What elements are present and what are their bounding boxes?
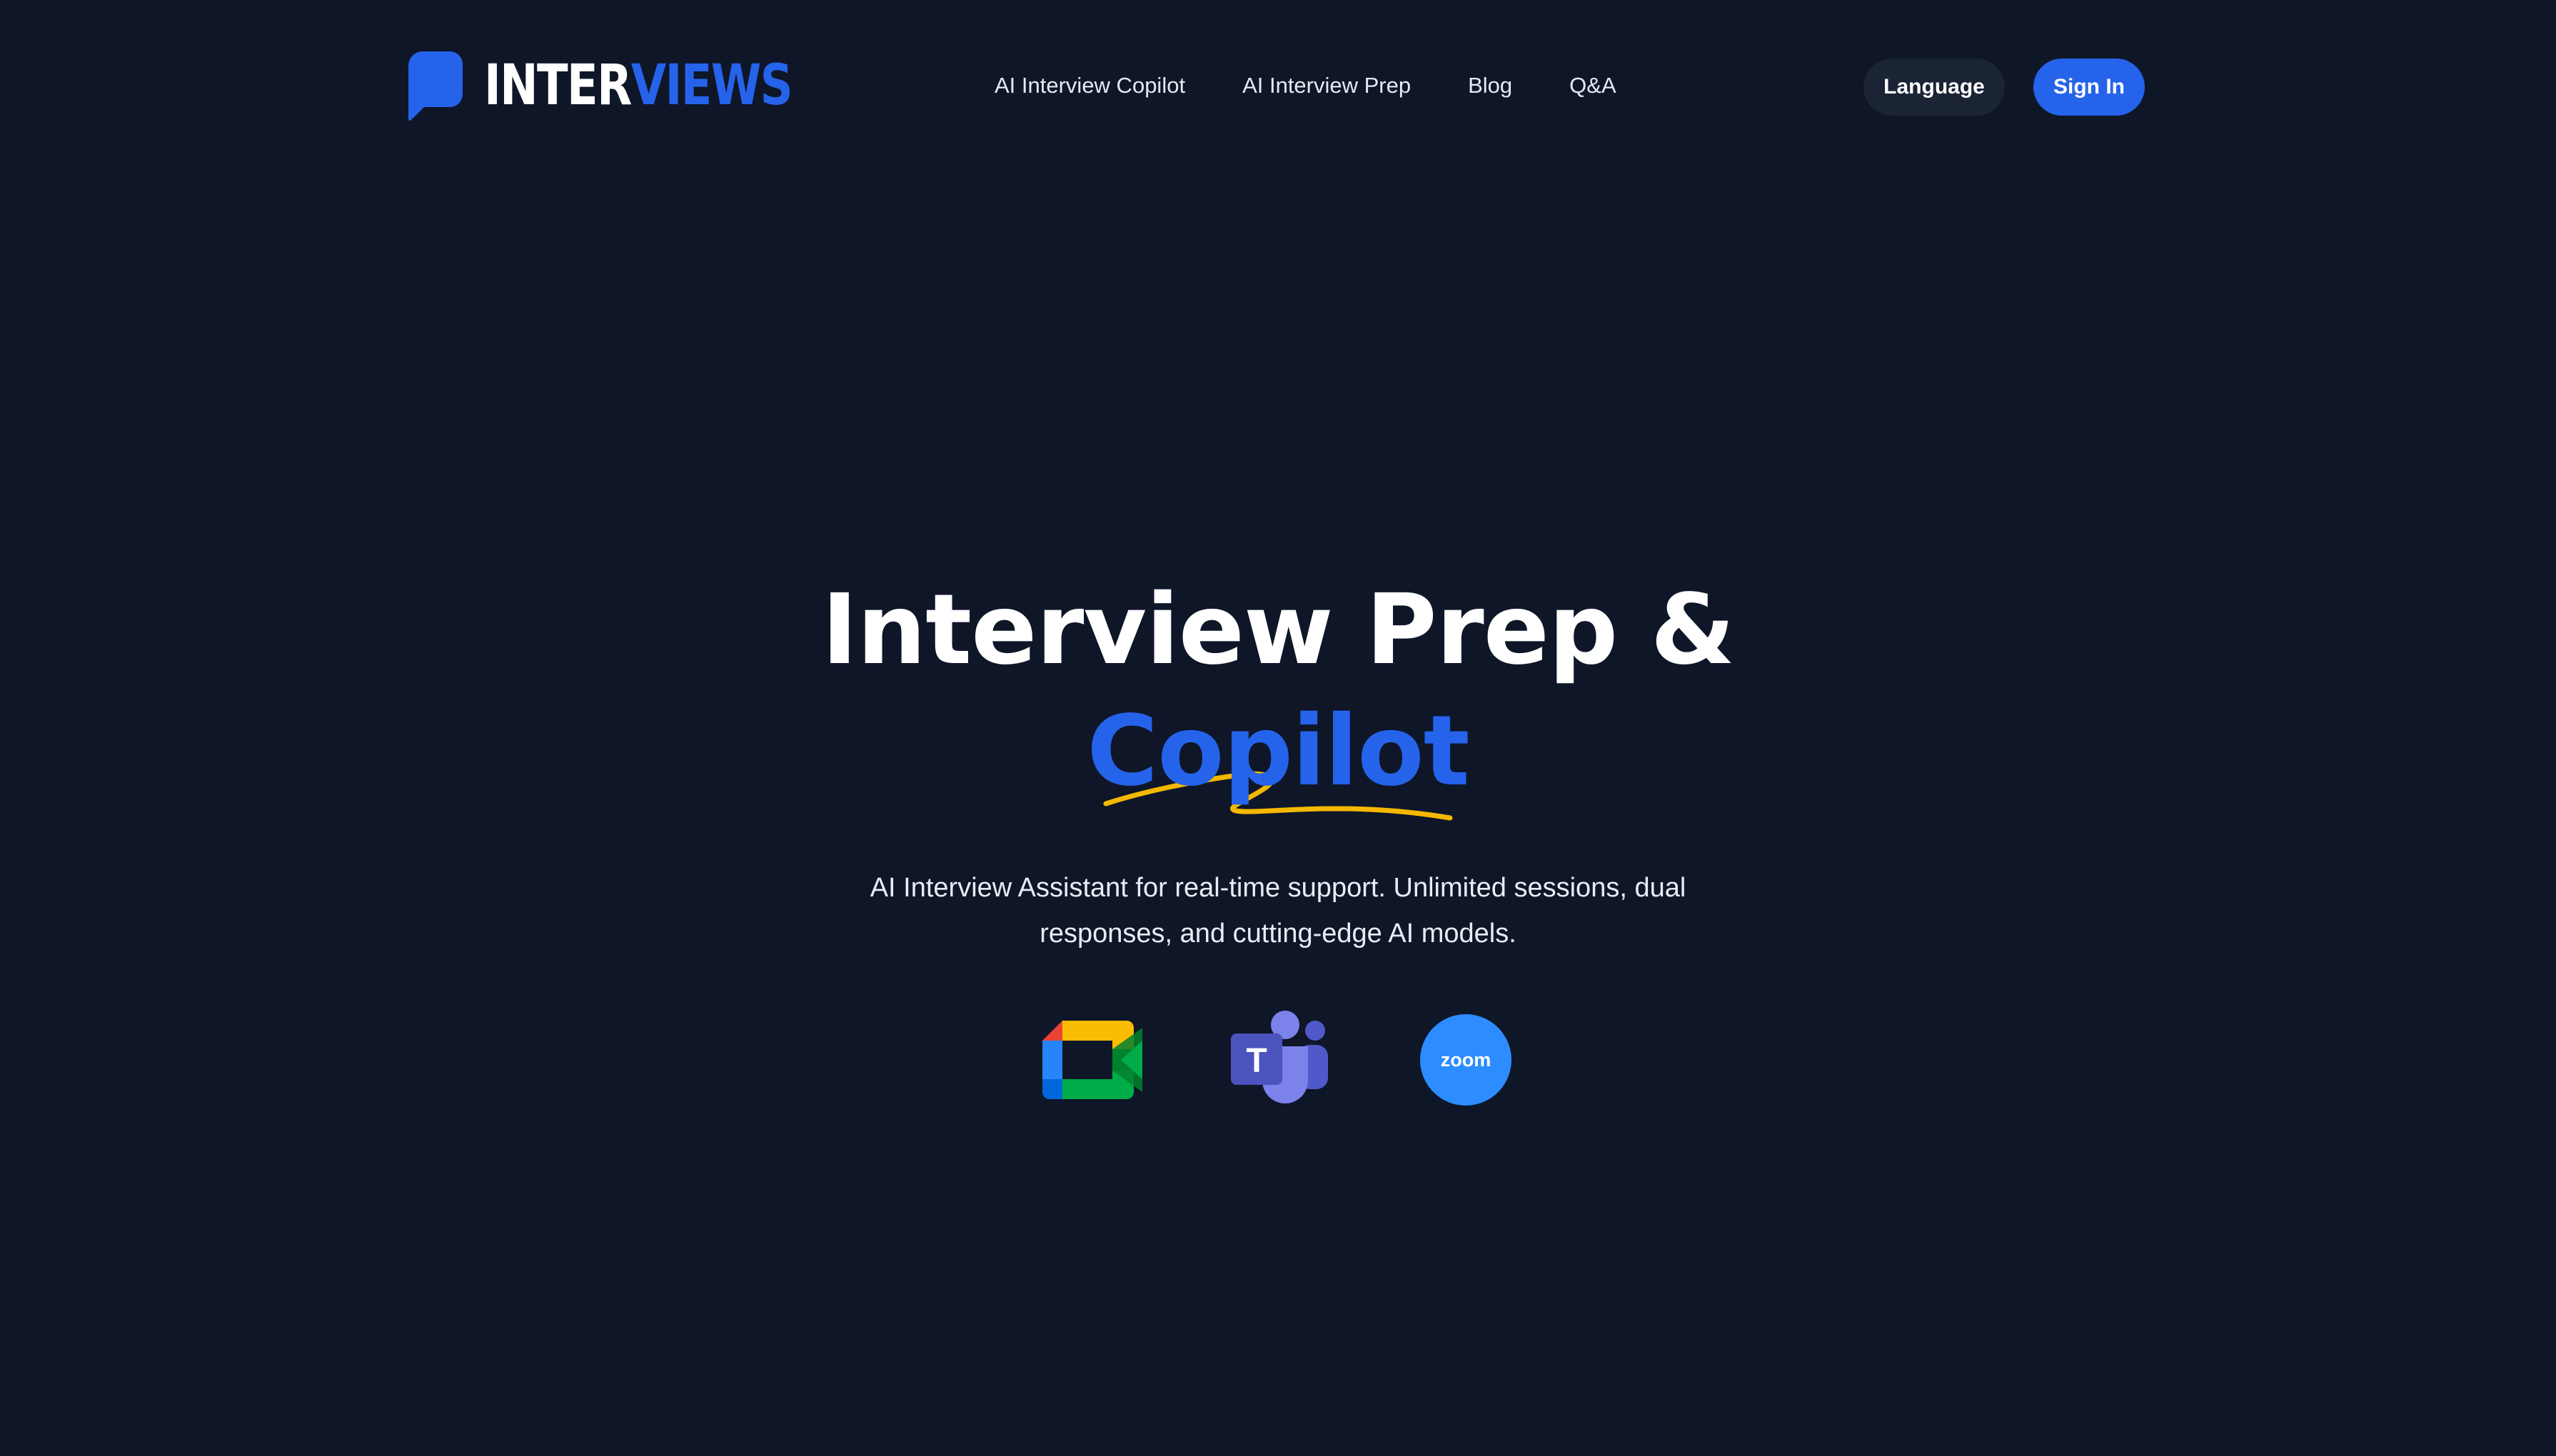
hero-title-line1: Interview Prep & xyxy=(821,574,1736,687)
site-header: INTERVIEWS AI Interview Copilot AI Inter… xyxy=(0,0,2556,178)
brand-wordmark: INTERVIEWS xyxy=(484,50,793,121)
zoom-icon: zoom xyxy=(1420,1014,1511,1106)
nav-link-ai-interview-prep[interactable]: AI Interview Prep xyxy=(1242,66,1411,106)
teams-letter: T xyxy=(1246,1042,1267,1080)
brand-logo-link[interactable]: INTERVIEWS xyxy=(407,50,860,121)
landing-page: INTERVIEWS AI Interview Copilot AI Inter… xyxy=(0,0,2556,1456)
hero-subtitle: AI Interview Assistant for real-time sup… xyxy=(870,873,1686,949)
nav-link-blog[interactable]: Blog xyxy=(1468,66,1512,106)
nav-link-qa[interactable]: Q&A xyxy=(1569,66,1616,106)
main-nav: AI Interview Copilot AI Interview Prep B… xyxy=(995,66,1616,106)
brand-name-part2: VIEWS xyxy=(630,54,793,118)
zoom-wordmark: zoom xyxy=(1441,1049,1491,1071)
sign-in-button[interactable]: Sign In xyxy=(2033,59,2145,116)
hero-title-line2: Copilot xyxy=(0,691,2556,812)
microsoft-teams-icon: T xyxy=(1231,1011,1328,1103)
hero-title: Interview Prep & Copilot xyxy=(0,570,2556,812)
language-button[interactable]: Language xyxy=(1863,59,2005,116)
speech-bubble-icon xyxy=(408,51,463,121)
brand-name-part1: INTER xyxy=(484,54,632,118)
integrations-row: T zoom xyxy=(0,1006,2556,1113)
nav-link-ai-interview-copilot[interactable]: AI Interview Copilot xyxy=(995,66,1185,106)
google-meet-icon xyxy=(1042,1021,1142,1099)
hero-title-highlight: Copilot xyxy=(1087,695,1469,808)
